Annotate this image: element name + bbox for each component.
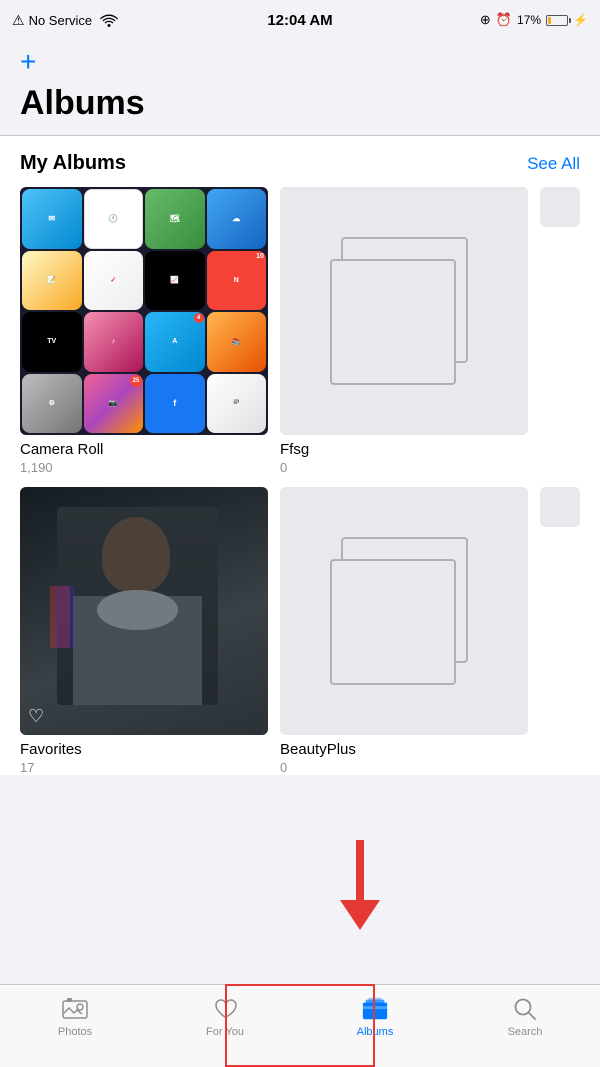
albums-icon (361, 995, 389, 1023)
tab-for-you[interactable]: For You (150, 995, 300, 1038)
album-count-beautyplus: 0 (280, 760, 528, 775)
album-grid-row2: ♡ Favorites 17 BeautyPlus 0 (20, 487, 580, 775)
tab-for-you-label: For You (206, 1026, 244, 1038)
app-icon-notes: 📝 (22, 251, 82, 311)
album-name-beautyplus: BeautyPlus (280, 741, 528, 758)
favorites-thumb: ♡ (20, 487, 268, 735)
app-icon-settings: ⚙ (22, 374, 82, 434)
charging-icon: ⚡ (573, 13, 588, 27)
beautyplus-thumb (280, 487, 528, 735)
app-icon-news: 10 N (207, 251, 267, 311)
tab-albums-label: Albums (357, 1026, 394, 1038)
app-icon-itunes: ♪ (84, 312, 144, 372)
album-camera-roll[interactable]: ✉ 🕐 🗺 ☁ 📝 ✓ 📈 10 N TV ♪ 4 A (20, 187, 268, 475)
red-arrow-shape (340, 840, 380, 930)
album-name-favorites: Favorites (20, 741, 268, 758)
status-left: ⚠ No Service (12, 12, 118, 29)
app-icon-ibis: iP (207, 374, 267, 434)
tab-search[interactable]: Search (450, 995, 600, 1038)
album-name-ffsg: Ffsg (280, 441, 528, 458)
albums-content: My Albums See All ✉ 🕐 🗺 ☁ 📝 ✓ 📈 10 N (0, 136, 600, 775)
wifi-icon (100, 13, 118, 27)
page-title: Albums (20, 84, 580, 123)
app-icon-clock: 🕐 (84, 189, 144, 249)
warning-icon: ⚠ (12, 12, 25, 29)
app-icon-books: 📚 (207, 312, 267, 372)
my-albums-title: My Albums (20, 152, 126, 175)
tab-photos[interactable]: Photos (0, 995, 150, 1038)
tab-search-label: Search (508, 1026, 543, 1038)
empty-stack-2 (330, 537, 479, 686)
for-you-icon (211, 995, 239, 1023)
battery-indicator (546, 15, 568, 26)
header: + Albums (0, 40, 600, 123)
app-icon-facebook: f (145, 374, 205, 434)
search-icon (511, 995, 539, 1023)
screen-record-icon: ⊕ (480, 12, 491, 28)
album-name-camera-roll: Camera Roll (20, 441, 268, 458)
add-button[interactable]: + (20, 48, 36, 76)
alarm-icon: ⏰ (496, 12, 512, 28)
ffsg-thumb (280, 187, 528, 435)
album-count-camera-roll: 1,190 (20, 460, 268, 475)
app-icon-instagram: 25 📷 (84, 374, 144, 434)
app-icon-appstore: 4 A (145, 312, 205, 372)
album-beautyplus[interactable]: BeautyPlus 0 (280, 487, 528, 775)
app-icon-appletv: TV (22, 312, 82, 372)
album-p-partial[interactable] (540, 487, 580, 775)
see-all-button[interactable]: See All (527, 154, 580, 174)
no-service-label: No Service (29, 13, 93, 28)
empty-stack (330, 237, 479, 386)
album-ffsg[interactable]: Ffsg 0 (280, 187, 528, 475)
status-time: 12:04 AM (267, 12, 332, 29)
ir-thumb (540, 187, 580, 227)
tab-photos-label: Photos (58, 1026, 92, 1038)
section-header: My Albums See All (20, 152, 580, 175)
camera-roll-thumb: ✉ 🕐 🗺 ☁ 📝 ✓ 📈 10 N TV ♪ 4 A (20, 187, 268, 435)
status-right: ⊕ ⏰ 17% ⚡ (480, 12, 588, 28)
photos-icon (61, 995, 89, 1023)
album-favorites[interactable]: ♡ Favorites 17 (20, 487, 268, 775)
tab-bar: Photos For You Albums S (0, 984, 600, 1067)
album-grid-row1: ✉ 🕐 🗺 ☁ 📝 ✓ 📈 10 N TV ♪ 4 A (20, 187, 580, 475)
heart-overlay: ♡ (28, 706, 44, 727)
app-icon-reminders: ✓ (84, 251, 144, 311)
app-icon-maps: 🗺 (145, 189, 205, 249)
album-count-ffsg: 0 (280, 460, 528, 475)
tab-albums[interactable]: Albums (300, 995, 450, 1038)
annotation-arrow (340, 840, 380, 930)
app-icon-stocks: 📈 (145, 251, 205, 311)
battery-percent-label: 17% (517, 13, 541, 27)
app-icon-weather: ☁ (207, 189, 267, 249)
album-ir-partial[interactable] (540, 187, 580, 475)
status-bar: ⚠ No Service 12:04 AM ⊕ ⏰ 17% ⚡ (0, 0, 600, 40)
p-thumb (540, 487, 580, 527)
album-count-favorites: 17 (20, 760, 268, 775)
app-icon-mail: ✉ (22, 189, 82, 249)
